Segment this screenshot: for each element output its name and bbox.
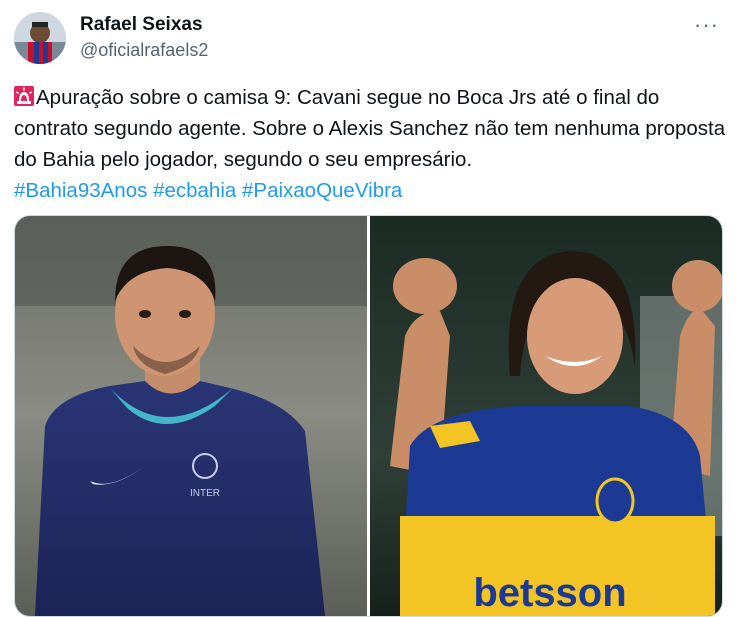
tweet-text: Apuração sobre o camisa 9: Cavani segue … [14,82,729,206]
hashtag-link[interactable]: #PaixaoQueVibra [242,179,402,202]
jersey-left-brand: INTER [190,488,220,499]
tweet-body: Apuração sobre o camisa 9: Cavani segue … [14,86,726,171]
tweet-media[interactable]: INTER betsson [14,215,723,617]
more-horizontal-icon[interactable]: ··· [694,12,719,38]
hashtag-link[interactable]: #ecbahia [153,179,236,202]
avatar[interactable] [14,12,66,64]
hashtag-list: #Bahia93Anos #ecbahia #PaixaoQueVibra [14,179,402,202]
siren-icon [14,86,34,106]
hashtag-link[interactable]: #Bahia93Anos [14,179,147,202]
photo-left[interactable]: INTER [15,216,367,616]
author-name[interactable]: Rafael Seixas [80,14,203,36]
photo-right[interactable]: betsson [370,216,722,616]
avatar-image [14,12,66,64]
jersey-right-sponsor: betsson [473,571,626,615]
author-handle[interactable]: @oficialrafaels2 [80,40,208,61]
